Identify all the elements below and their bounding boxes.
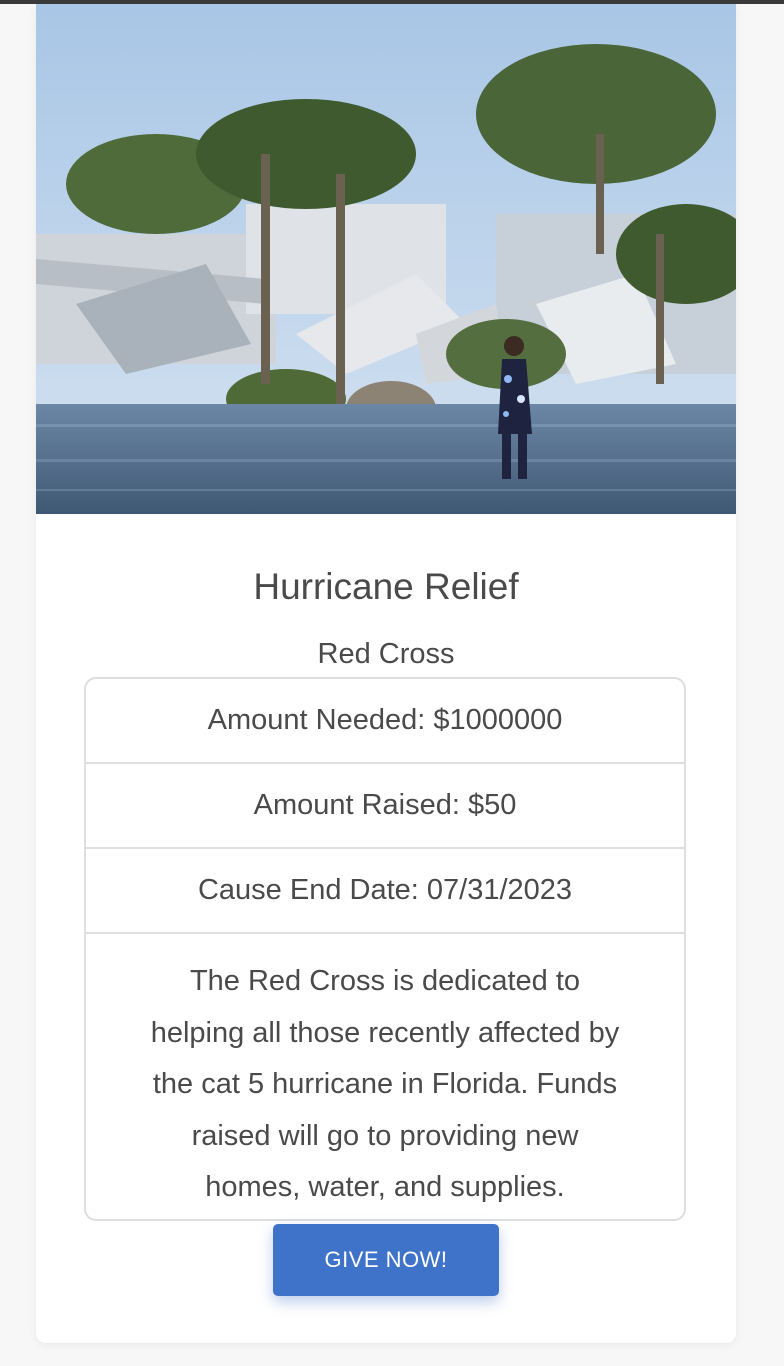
- cause-card: Hurricane Relief Red Cross Amount Needed…: [36, 4, 736, 1343]
- cause-details: Amount Needed: $1000000 Amount Raised: $…: [84, 677, 686, 1221]
- amount-needed: Amount Needed: $1000000: [86, 679, 684, 764]
- amount-raised: Amount Raised: $50: [86, 764, 684, 849]
- cause-end-date: Cause End Date: 07/31/2023: [86, 849, 684, 934]
- organization-name: Red Cross: [317, 638, 455, 670]
- give-now-button[interactable]: GIVE NOW!: [273, 1224, 499, 1296]
- cause-description: The Red Cross is dedicated to helping al…: [150, 965, 620, 1203]
- cause-title: Hurricane Relief: [253, 566, 519, 607]
- cause-image: [36, 4, 736, 514]
